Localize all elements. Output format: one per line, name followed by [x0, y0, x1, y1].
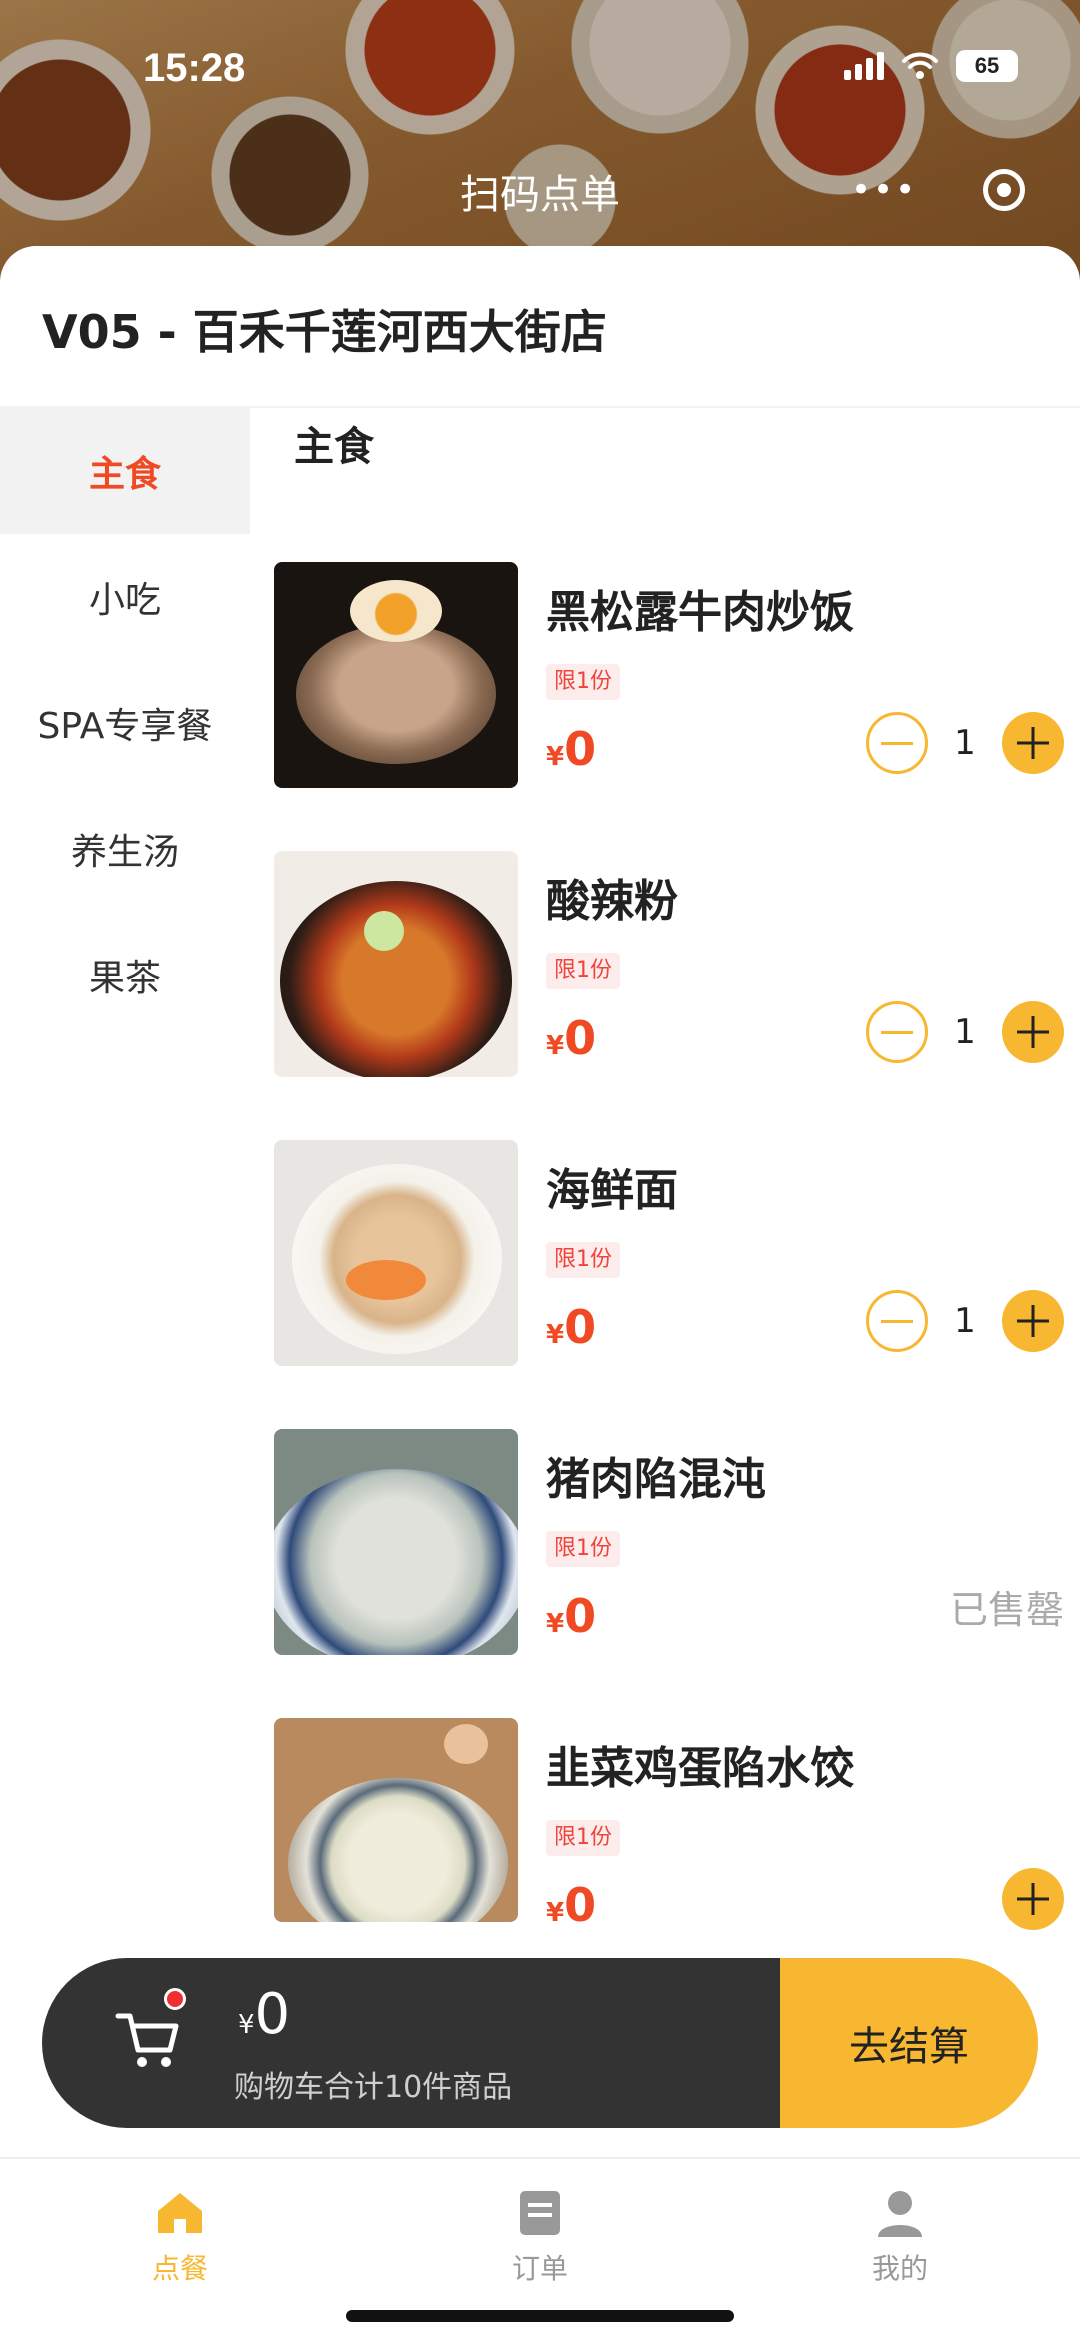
food-image[interactable]	[274, 1140, 518, 1366]
item-name: 酸辣粉	[546, 876, 678, 927]
cart-summary[interactable]: ¥0 购物车合计10件商品	[42, 1958, 780, 2128]
menu-item: 黑松露牛肉炒饭 限1份 ¥0 1	[274, 562, 1064, 788]
food-image[interactable]	[274, 562, 518, 788]
item-price: ¥0	[546, 1011, 597, 1065]
item-name: 黑松露牛肉炒饭	[546, 587, 854, 638]
tab-order-food[interactable]: 点餐	[0, 2159, 360, 2341]
food-image[interactable]	[274, 1429, 518, 1655]
checkout-button[interactable]: 去结算	[780, 1958, 1038, 2128]
item-name: 海鲜面	[546, 1165, 678, 1216]
category-item-main[interactable]: 主食	[0, 408, 250, 534]
battery-indicator: 65	[956, 50, 1018, 82]
quantity-stepper: 1	[866, 712, 1064, 774]
quantity-stepper: 1	[866, 1001, 1064, 1063]
limit-badge: 限1份	[546, 1242, 620, 1278]
cart-badge	[164, 1988, 186, 2010]
increase-button[interactable]	[1002, 1001, 1064, 1063]
item-name: 猪肉陷混沌	[546, 1454, 766, 1505]
item-price: ¥0	[546, 1878, 597, 1932]
limit-badge: 限1份	[546, 1531, 620, 1567]
category-item-tea[interactable]: 果茶	[0, 912, 250, 1038]
increase-button[interactable]	[1002, 712, 1064, 774]
decrease-button[interactable]	[866, 1290, 928, 1352]
menu-item: 韭菜鸡蛋陷水饺 限1份 ¥0	[274, 1718, 1064, 1944]
tab-profile[interactable]: 我的	[720, 2159, 1080, 2341]
store-name: V05 - 百禾千莲河西大街店	[42, 305, 607, 359]
item-price: ¥0	[546, 1589, 597, 1643]
decrease-button[interactable]	[866, 1001, 928, 1063]
mini-program-capsule: •••	[818, 152, 1058, 228]
close-target-icon[interactable]	[983, 169, 1026, 211]
item-price: ¥0	[546, 1300, 597, 1354]
quantity-value: 1	[954, 723, 976, 763]
food-image[interactable]	[274, 851, 518, 1077]
user-icon	[878, 2191, 922, 2237]
cart-bar: ¥0 购物车合计10件商品 去结算	[42, 1958, 1038, 2128]
category-item-snacks[interactable]: 小吃	[0, 534, 250, 660]
signal-icon	[844, 52, 884, 80]
quantity-stepper: 1	[866, 1290, 1064, 1352]
status-time: 15:28	[143, 46, 246, 90]
tab-label: 我的	[871, 2252, 928, 2285]
cart-icon[interactable]	[114, 2006, 184, 2076]
increase-button[interactable]	[1002, 1868, 1064, 1930]
home-icon	[158, 2193, 202, 2233]
home-indicator	[346, 2310, 734, 2322]
limit-badge: 限1份	[546, 1820, 620, 1856]
quantity-value: 1	[954, 1301, 976, 1341]
menu-item: 猪肉陷混沌 限1份 ¥0 已售罄	[274, 1429, 1064, 1655]
wifi-icon	[902, 52, 938, 79]
status-icons: 65	[844, 50, 1018, 82]
tab-label: 点餐	[151, 2252, 208, 2285]
category-item-soup[interactable]: 养生汤	[0, 786, 250, 912]
order-icon	[520, 2191, 560, 2235]
sold-out-label: 已售罄	[949, 1588, 1064, 1632]
limit-badge: 限1份	[546, 664, 620, 700]
section-title: 主食	[294, 424, 374, 470]
increase-button[interactable]	[1002, 1290, 1064, 1352]
cart-total: ¥0	[238, 1982, 291, 2047]
quantity-value: 1	[954, 1012, 976, 1052]
item-price: ¥0	[546, 722, 597, 776]
food-image[interactable]	[274, 1718, 518, 1922]
quantity-stepper	[1002, 1868, 1064, 1930]
menu-item: 酸辣粉 限1份 ¥0 1	[274, 851, 1064, 1077]
tab-label: 订单	[511, 2252, 568, 2285]
limit-badge: 限1份	[546, 953, 620, 989]
cart-item-count: 购物车合计10件商品	[234, 2070, 513, 2105]
category-sidebar: 主食 小吃 SPA专享餐 养生汤 果茶	[0, 408, 250, 1038]
decrease-button[interactable]	[866, 712, 928, 774]
category-item-spa[interactable]: SPA专享餐	[0, 660, 250, 786]
more-icon[interactable]: •••	[851, 170, 917, 210]
item-name: 韭菜鸡蛋陷水饺	[546, 1743, 854, 1794]
menu-item: 海鲜面 限1份 ¥0 1	[274, 1140, 1064, 1366]
